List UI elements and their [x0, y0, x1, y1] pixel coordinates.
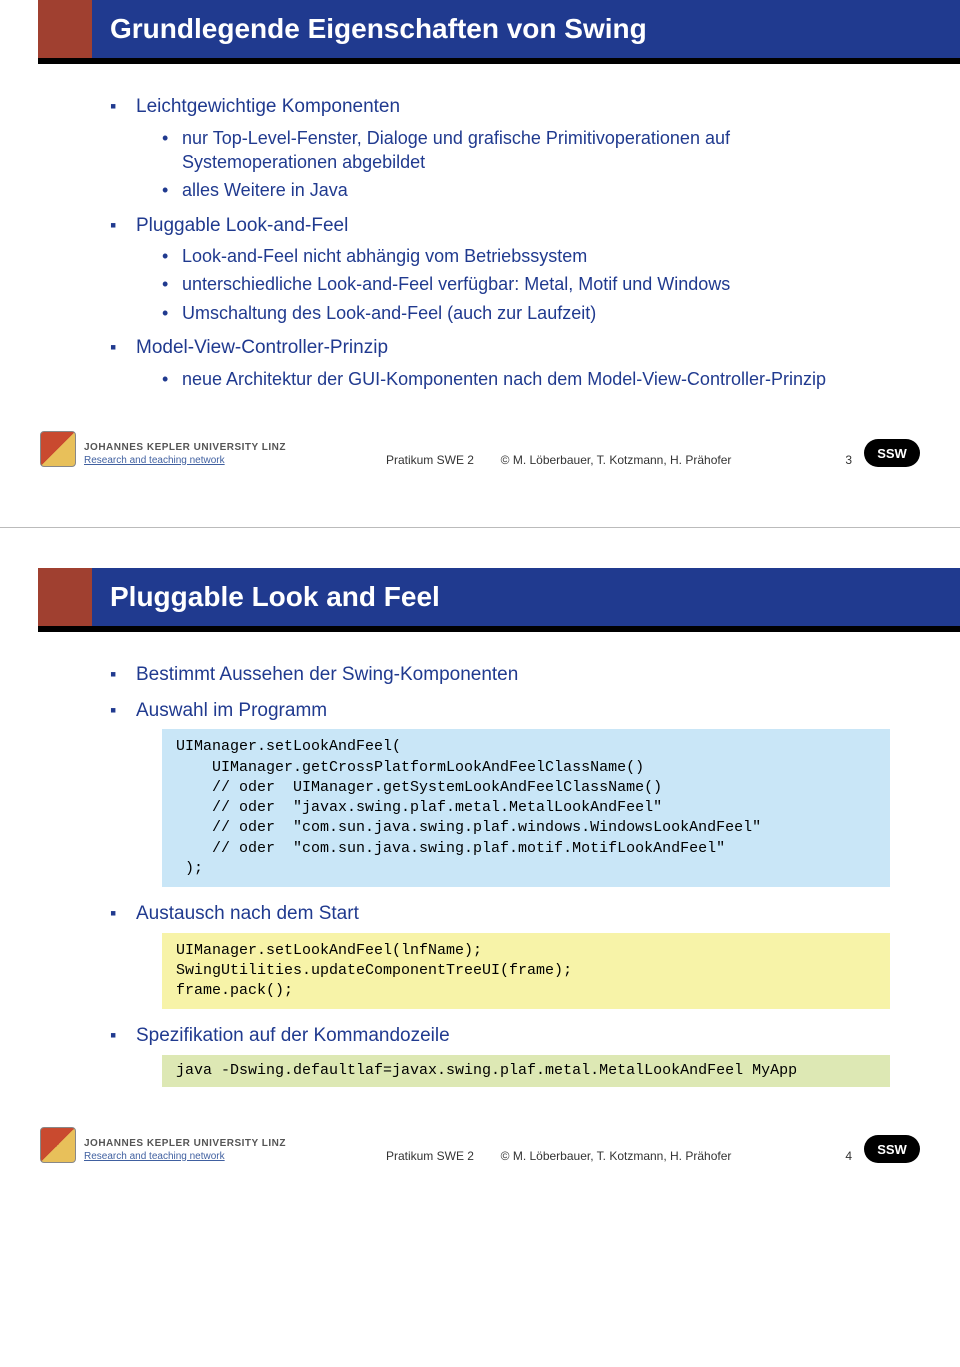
university-block: JOHANNES KEPLER UNIVERSITY LINZ Research… [84, 442, 286, 467]
slide-separator [0, 527, 960, 528]
university-block: JOHANNES KEPLER UNIVERSITY LINZ Research… [84, 1138, 286, 1163]
slide-titlebar: Pluggable Look and Feel [38, 568, 960, 632]
bullet-list: Leichtgewichtige Komponenten nur Top-Lev… [110, 94, 890, 391]
university-crest-icon [40, 1127, 76, 1163]
authors: © M. Löberbauer, T. Kotzmann, H. Prähofe… [501, 453, 732, 467]
bullet-label: Auswahl im Programm [136, 700, 327, 721]
slide-footer: JOHANNES KEPLER UNIVERSITY LINZ Research… [40, 1127, 920, 1163]
bullet-label: Bestimmt Aussehen der Swing-Komponenten [136, 664, 518, 685]
bullet-item: Model-View-Controller-Prinzip neue Archi… [110, 335, 890, 391]
sub-item: neue Architektur der GUI-Komponenten nac… [162, 367, 890, 391]
sub-list: nur Top-Level-Fenster, Dialoge und grafi… [162, 126, 890, 203]
university-name: JOHANNES KEPLER UNIVERSITY LINZ [84, 1138, 286, 1151]
ssw-logo-icon: SSW [864, 439, 920, 467]
course-name: Pratikum SWE 2 [386, 453, 474, 467]
slide-body: Leichtgewichtige Komponenten nur Top-Lev… [110, 94, 890, 391]
footer-center: Pratikum SWE 2 © M. Löberbauer, T. Kotzm… [286, 453, 831, 467]
footer-center: Pratikum SWE 2 © M. Löberbauer, T. Kotzm… [286, 1149, 831, 1163]
sub-item: unterschiedliche Look-and-Feel verfügbar… [162, 272, 890, 296]
bullet-label: Leichtgewichtige Komponenten [136, 96, 400, 117]
title-bg: Pluggable Look and Feel [92, 568, 960, 632]
sub-item: Look-and-Feel nicht abhängig vom Betrieb… [162, 244, 890, 268]
sub-item: alles Weitere in Java [162, 178, 890, 202]
bullet-item: Pluggable Look-and-Feel Look-and-Feel ni… [110, 213, 890, 326]
authors: © M. Löberbauer, T. Kotzmann, H. Prähofe… [501, 1149, 732, 1163]
university-subtitle: Research and teaching network [84, 455, 286, 468]
slide-titlebar: Grundlegende Eigenschaften von Swing [38, 0, 960, 64]
title-accent [38, 568, 92, 632]
sub-item: Umschaltung des Look-and-Feel (auch zur … [162, 301, 890, 325]
course-name: Pratikum SWE 2 [386, 1149, 474, 1163]
bullet-item: Spezifikation auf der Kommandozeile java… [110, 1023, 890, 1087]
code-block-swap-after-start: UIManager.setLookAndFeel(lnfName); Swing… [162, 933, 890, 1010]
page-number: 3 [845, 453, 852, 467]
sub-list: Look-and-Feel nicht abhängig vom Betrieb… [162, 244, 890, 325]
slide-footer: JOHANNES KEPLER UNIVERSITY LINZ Research… [40, 431, 920, 467]
ssw-logo-icon: SSW [864, 1135, 920, 1163]
page-number: 4 [845, 1149, 852, 1163]
university-subtitle: Research and teaching network [84, 1151, 286, 1164]
sub-list: neue Architektur der GUI-Komponenten nac… [162, 367, 890, 391]
bullet-label: Spezifikation auf der Kommandozeile [136, 1025, 450, 1046]
university-name: JOHANNES KEPLER UNIVERSITY LINZ [84, 442, 286, 455]
bullet-label: Pluggable Look-and-Feel [136, 215, 348, 236]
university-crest-icon [40, 431, 76, 467]
bullet-label: Austausch nach dem Start [136, 903, 359, 924]
bullet-item: Auswahl im Programm UIManager.setLookAnd… [110, 698, 890, 887]
bullet-item: Leichtgewichtige Komponenten nur Top-Lev… [110, 94, 890, 203]
sub-item: nur Top-Level-Fenster, Dialoge und grafi… [162, 126, 890, 175]
slide-title: Pluggable Look and Feel [110, 581, 440, 613]
bullet-list: Bestimmt Aussehen der Swing-Komponenten … [110, 662, 890, 1087]
slide-1: Grundlegende Eigenschaften von Swing Lei… [0, 0, 960, 467]
slide-body: Bestimmt Aussehen der Swing-Komponenten … [110, 662, 890, 1087]
slide-title: Grundlegende Eigenschaften von Swing [110, 13, 647, 45]
title-accent [38, 0, 92, 64]
bullet-item: Austausch nach dem Start UIManager.setLo… [110, 901, 890, 1009]
slide-2: Pluggable Look and Feel Bestimmt Aussehe… [0, 568, 960, 1163]
bullet-item: Bestimmt Aussehen der Swing-Komponenten [110, 662, 890, 688]
code-block-commandline: java -Dswing.defaultlaf=javax.swing.plaf… [162, 1055, 890, 1087]
code-block-setlookandfeel: UIManager.setLookAndFeel( UIManager.getC… [162, 729, 890, 887]
bullet-label: Model-View-Controller-Prinzip [136, 337, 388, 358]
title-bg: Grundlegende Eigenschaften von Swing [92, 0, 960, 64]
